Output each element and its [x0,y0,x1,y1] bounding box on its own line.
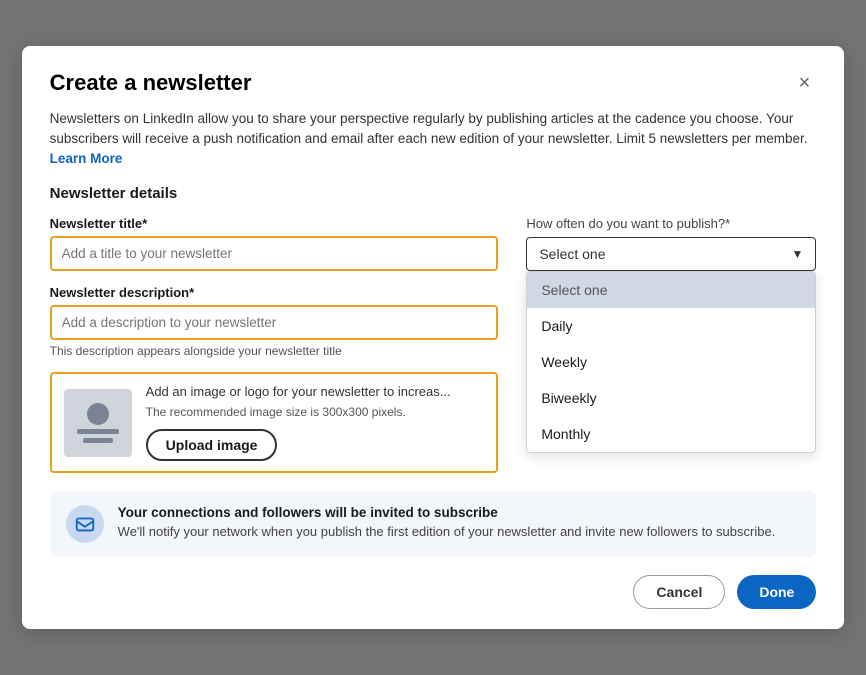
upload-image-button[interactable]: Upload image [146,429,278,461]
image-rec: The recommended image size is 300x300 pi… [146,405,485,419]
notification-text: Your connections and followers will be i… [118,505,776,541]
title-label: Newsletter title* [50,216,499,231]
form-right: How often do you want to publish?* Selec… [526,216,816,271]
notification-title: Your connections and followers will be i… [118,505,776,520]
placeholder-line-2 [83,438,113,443]
select-value: Select one [539,246,605,262]
notification-desc: We'll notify your network when you publi… [118,523,776,541]
title-field-box [50,236,499,271]
learn-more-link[interactable]: Learn More [50,151,123,166]
intro-text: Newsletters on LinkedIn allow you to sha… [50,109,817,170]
placeholder-circle [87,403,109,425]
image-section: Add an image or logo for your newsletter… [50,372,499,473]
modal-header: Create a newsletter × [50,70,817,97]
description-helper: This description appears alongside your … [50,344,499,358]
frequency-dropdown-menu: Select one Daily Weekly Biweekly Monthly [526,271,816,453]
close-button[interactable]: × [793,70,817,97]
modal-overlay: Create a newsletter × Newsletters on Lin… [0,0,866,675]
cancel-button[interactable]: Cancel [633,575,725,609]
dropdown-option-biweekly[interactable]: Biweekly [527,380,815,416]
description-field-group: Newsletter description* This description… [50,285,499,358]
create-newsletter-modal: Create a newsletter × Newsletters on Lin… [22,46,845,630]
image-text: Add an image or logo for your newsletter… [146,384,485,461]
title-field-group: Newsletter title* [50,216,499,271]
modal-footer: Cancel Done [50,575,817,609]
chevron-down-icon: ▼ [791,247,803,261]
description-field-box [50,305,499,340]
frequency-select[interactable]: Select one ▼ [526,237,816,271]
placeholder-line-1 [77,429,119,434]
newsletter-description-input[interactable] [52,307,497,338]
done-button[interactable]: Done [737,575,816,609]
modal-title: Create a newsletter [50,70,252,96]
image-desc: Add an image or logo for your newsletter… [146,384,485,399]
image-placeholder [64,389,132,457]
frequency-label: How often do you want to publish?* [526,216,816,231]
notification-icon [66,505,104,543]
form-left: Newsletter title* Newsletter description… [50,216,499,473]
description-label: Newsletter description* [50,285,499,300]
dropdown-option-monthly[interactable]: Monthly [527,416,815,452]
dropdown-option-weekly[interactable]: Weekly [527,344,815,380]
newsletter-title-input[interactable] [52,238,497,269]
form-layout: Newsletter title* Newsletter description… [50,216,817,473]
dropdown-option-daily[interactable]: Daily [527,308,815,344]
dropdown-option-select-one[interactable]: Select one [527,272,815,308]
notification-section: Your connections and followers will be i… [50,491,817,557]
section-title: Newsletter details [50,185,817,202]
